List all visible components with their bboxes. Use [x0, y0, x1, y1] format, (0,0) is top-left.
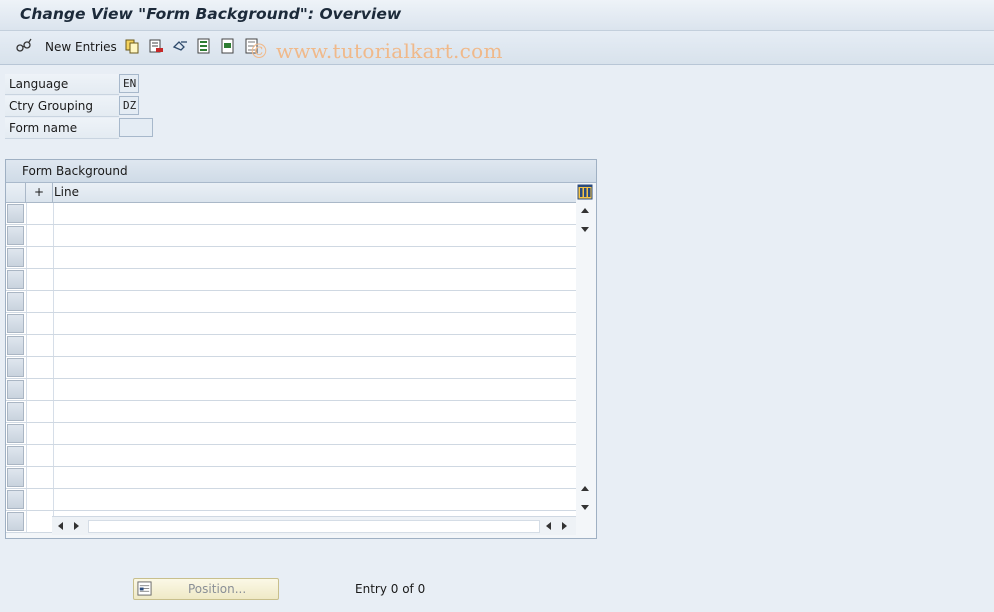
- row-cell-plus[interactable]: [26, 269, 54, 290]
- row-cell-plus[interactable]: [26, 247, 54, 268]
- row-selector[interactable]: [7, 314, 24, 333]
- language-field[interactable]: EN: [119, 74, 139, 93]
- horizontal-scroll-track[interactable]: [88, 520, 540, 533]
- position-icon: [137, 581, 152, 596]
- table-row[interactable]: [6, 269, 576, 291]
- vertical-scrollbar[interactable]: [577, 203, 594, 515]
- column-header-plus[interactable]: +: [26, 183, 53, 202]
- table-row[interactable]: [6, 467, 576, 489]
- row-selector[interactable]: [7, 358, 24, 377]
- new-entries-button[interactable]: New Entries: [45, 40, 117, 54]
- scroll-page-up-icon[interactable]: [581, 486, 589, 491]
- table-row[interactable]: [6, 203, 576, 225]
- table-row[interactable]: [6, 225, 576, 247]
- table-title-bar: Form Background: [6, 160, 596, 183]
- row-selector[interactable]: [7, 226, 24, 245]
- row-cell-plus[interactable]: [26, 511, 54, 532]
- page-title: Change View "Form Background": Overview: [20, 5, 402, 23]
- row-selector[interactable]: [7, 424, 24, 443]
- select-block-icon[interactable]: [220, 38, 236, 54]
- row-selector[interactable]: [7, 512, 24, 531]
- row-cell-plus[interactable]: [26, 335, 54, 356]
- table-row[interactable]: [6, 291, 576, 313]
- select-all-rows-cell[interactable]: [6, 183, 26, 202]
- row-selector[interactable]: [7, 248, 24, 267]
- table-row[interactable]: [6, 423, 576, 445]
- ctry-grouping-field[interactable]: DZ: [119, 96, 139, 115]
- row-cell-plus[interactable]: [26, 203, 54, 224]
- table-row[interactable]: [6, 379, 576, 401]
- horizontal-scrollbar[interactable]: [52, 516, 576, 535]
- entry-counter: Entry 0 of 0: [355, 582, 426, 596]
- table-row[interactable]: [6, 335, 576, 357]
- table-row[interactable]: [6, 445, 576, 467]
- scroll-left-icon[interactable]: [58, 522, 63, 530]
- table-title: Form Background: [22, 164, 128, 178]
- row-selector[interactable]: [7, 402, 24, 421]
- row-cell-plus[interactable]: [26, 423, 54, 444]
- application-toolbar: New Entries © www.tutorialkart.com: [0, 31, 994, 65]
- row-selector[interactable]: [7, 446, 24, 465]
- language-label: Language: [5, 74, 119, 95]
- scroll-page-down-icon[interactable]: [581, 505, 589, 510]
- row-cell-plus[interactable]: [26, 489, 54, 510]
- row-cell-plus[interactable]: [26, 313, 54, 334]
- form-name-label: Form name: [5, 118, 119, 139]
- row-cell-plus[interactable]: [26, 467, 54, 488]
- row-cell-plus[interactable]: [26, 357, 54, 378]
- row-selector[interactable]: [7, 468, 24, 487]
- form-background-table: Form Background + Line: [5, 159, 597, 539]
- row-cell-plus[interactable]: [26, 401, 54, 422]
- watermark: © www.tutorialkart.com: [249, 39, 503, 63]
- scroll-up-icon[interactable]: [581, 208, 589, 213]
- table-settings-icon[interactable]: [577, 184, 593, 200]
- scroll-right-icon[interactable]: [74, 522, 79, 530]
- edit-glasses-icon[interactable]: [16, 38, 32, 54]
- table-row[interactable]: [6, 401, 576, 423]
- table-row[interactable]: [6, 313, 576, 335]
- row-selector[interactable]: [7, 336, 24, 355]
- row-cell-plus[interactable]: [26, 225, 54, 246]
- undo-icon[interactable]: [172, 38, 188, 54]
- table-rows: [6, 203, 576, 533]
- table-row[interactable]: [6, 357, 576, 379]
- position-button[interactable]: Position...: [133, 578, 279, 600]
- form-name-field[interactable]: [119, 118, 153, 137]
- scroll-left-end-icon[interactable]: [546, 522, 551, 530]
- position-button-label: Position...: [188, 582, 247, 596]
- row-selector[interactable]: [7, 292, 24, 311]
- scroll-right-end-icon[interactable]: [562, 522, 567, 530]
- title-bar: Change View "Form Background": Overview: [0, 0, 994, 31]
- scroll-down-icon[interactable]: [581, 227, 589, 232]
- row-cell-plus[interactable]: [26, 291, 54, 312]
- select-all-icon[interactable]: [196, 38, 212, 54]
- row-cell-plus[interactable]: [26, 445, 54, 466]
- row-selector[interactable]: [7, 380, 24, 399]
- row-cell-plus[interactable]: [26, 379, 54, 400]
- row-selector[interactable]: [7, 490, 24, 509]
- row-selector[interactable]: [7, 270, 24, 289]
- column-header-line[interactable]: Line: [54, 185, 79, 199]
- row-selector[interactable]: [7, 204, 24, 223]
- delete-icon[interactable]: [148, 38, 164, 54]
- table-row[interactable]: [6, 489, 576, 511]
- table-row[interactable]: [6, 247, 576, 269]
- table-column-header: + Line: [6, 183, 576, 203]
- ctry-grouping-label: Ctry Grouping: [5, 96, 119, 117]
- copy-icon[interactable]: [124, 38, 140, 54]
